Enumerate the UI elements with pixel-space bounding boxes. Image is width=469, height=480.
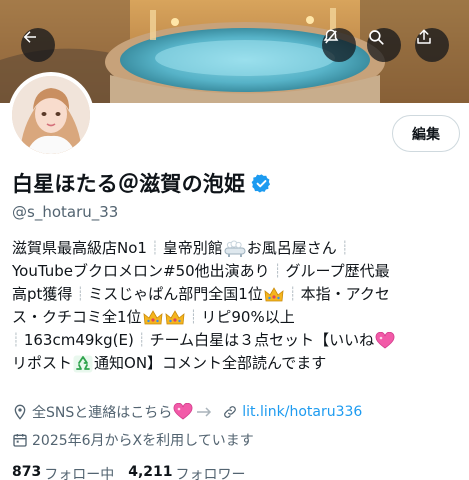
crown-icon bbox=[165, 309, 185, 324]
bio-line: ┊ 163cm49kg(E) ┊ チーム白星は３点セット【いいね bbox=[12, 329, 462, 352]
profile-link[interactable]: lit.link/hotaru336 bbox=[242, 404, 362, 420]
profile-name-row: 白星ほたる＠滋賀の泡姫 bbox=[12, 168, 272, 198]
display-name: 白星ほたる＠滋賀の泡姫 bbox=[12, 172, 246, 196]
verified-badge-icon[interactable] bbox=[251, 173, 272, 194]
recycle-icon bbox=[73, 355, 93, 372]
crown-icon bbox=[143, 309, 163, 324]
arrow-left-icon bbox=[23, 31, 36, 43]
bio-text: ミスじゃぱん部門全国1位 bbox=[88, 285, 263, 303]
separator: ┊ bbox=[150, 241, 159, 256]
bio-line: 滋賀県最高級店No1 ┊ 皇帝別館 お風呂屋さん ┊ bbox=[12, 237, 462, 260]
bio-text: YouTubeブクロメロン#50他出演あり bbox=[12, 262, 270, 280]
sparkling-heart-icon bbox=[173, 403, 193, 420]
bio-text: 滋賀県最高級店No1 bbox=[12, 239, 147, 257]
separator: ┊ bbox=[340, 241, 349, 256]
profile-location: 全SNSと連絡はこちら lit.link/hotaru336 bbox=[12, 402, 362, 422]
location-pin-icon bbox=[12, 404, 28, 420]
bathtub-icon bbox=[224, 240, 246, 257]
follow-stats: 873 フォロー中 4,211 フォロワー bbox=[12, 464, 260, 480]
search-button[interactable] bbox=[367, 28, 401, 62]
edit-profile-button[interactable]: 編集 bbox=[392, 115, 460, 152]
profile-joined: 2025年6月からXを利用しています bbox=[12, 430, 254, 450]
share-icon bbox=[417, 29, 431, 44]
separator: ┊ bbox=[288, 287, 297, 302]
bio-text: チーム白星は３点セット【いいね bbox=[149, 331, 375, 349]
following-count[interactable]: 873 bbox=[12, 464, 41, 480]
share-button[interactable] bbox=[415, 28, 449, 62]
no-bell-icon bbox=[323, 29, 339, 44]
mute-notifications-button[interactable] bbox=[322, 28, 356, 62]
bio-text: 163cm49kg(E) bbox=[23, 331, 134, 349]
separator: ┊ bbox=[273, 264, 282, 279]
followers-label[interactable]: フォロワー bbox=[176, 464, 246, 480]
bio-text: 通知ON】コメント全部読んでます bbox=[94, 354, 327, 372]
bio-text: グループ歴代最 bbox=[285, 262, 390, 280]
following-label[interactable]: フォロー中 bbox=[44, 464, 114, 480]
separator: ┊ bbox=[76, 287, 85, 302]
bio-text: ス・クチコミ全1位 bbox=[12, 308, 142, 326]
link-icon bbox=[222, 404, 238, 420]
bio-text: 高pt獲得 bbox=[12, 285, 73, 303]
search-icon bbox=[369, 30, 384, 45]
separator: ┊ bbox=[12, 333, 20, 348]
avatar-image bbox=[12, 76, 90, 154]
bio-line: 高pt獲得 ┊ ミスじゃぱん部門全国1位 ┊ 本指・アクセ bbox=[12, 283, 462, 306]
arrow-right-icon bbox=[197, 407, 212, 417]
user-handle: @s_hotaru_33 bbox=[12, 203, 119, 221]
bio-text: 本指・アクセ bbox=[300, 285, 390, 303]
bio-line: YouTubeブクロメロン#50他出演あり ┊ グループ歴代最 bbox=[12, 260, 462, 283]
joined-text: 2025年6月からXを利用しています bbox=[32, 433, 254, 449]
separator: ┊ bbox=[137, 333, 146, 348]
sparkling-heart-icon bbox=[375, 331, 395, 348]
crown-icon bbox=[264, 286, 284, 301]
bio-text: 皇帝別館 bbox=[162, 239, 223, 257]
bio-text: リピ90%以上 bbox=[201, 308, 295, 326]
calendar-icon bbox=[12, 432, 28, 448]
bio-text: リポスト bbox=[12, 354, 73, 372]
bio-text: お風呂屋さん bbox=[246, 239, 337, 257]
bio-line: ス・クチコミ全1位 ┊ リピ90%以上 bbox=[12, 306, 462, 329]
avatar[interactable] bbox=[8, 72, 94, 158]
profile-bio: 滋賀県最高級店No1 ┊ 皇帝別館 お風呂屋さん ┊ YouTubeブクロメロン… bbox=[12, 237, 462, 375]
followers-count[interactable]: 4,211 bbox=[128, 464, 172, 480]
bio-line: リポスト 通知ON】コメント全部読んでます bbox=[12, 352, 462, 375]
location-text: 全SNSと連絡はこちら bbox=[32, 405, 173, 421]
separator: ┊ bbox=[189, 310, 198, 325]
back-button[interactable] bbox=[21, 28, 55, 62]
